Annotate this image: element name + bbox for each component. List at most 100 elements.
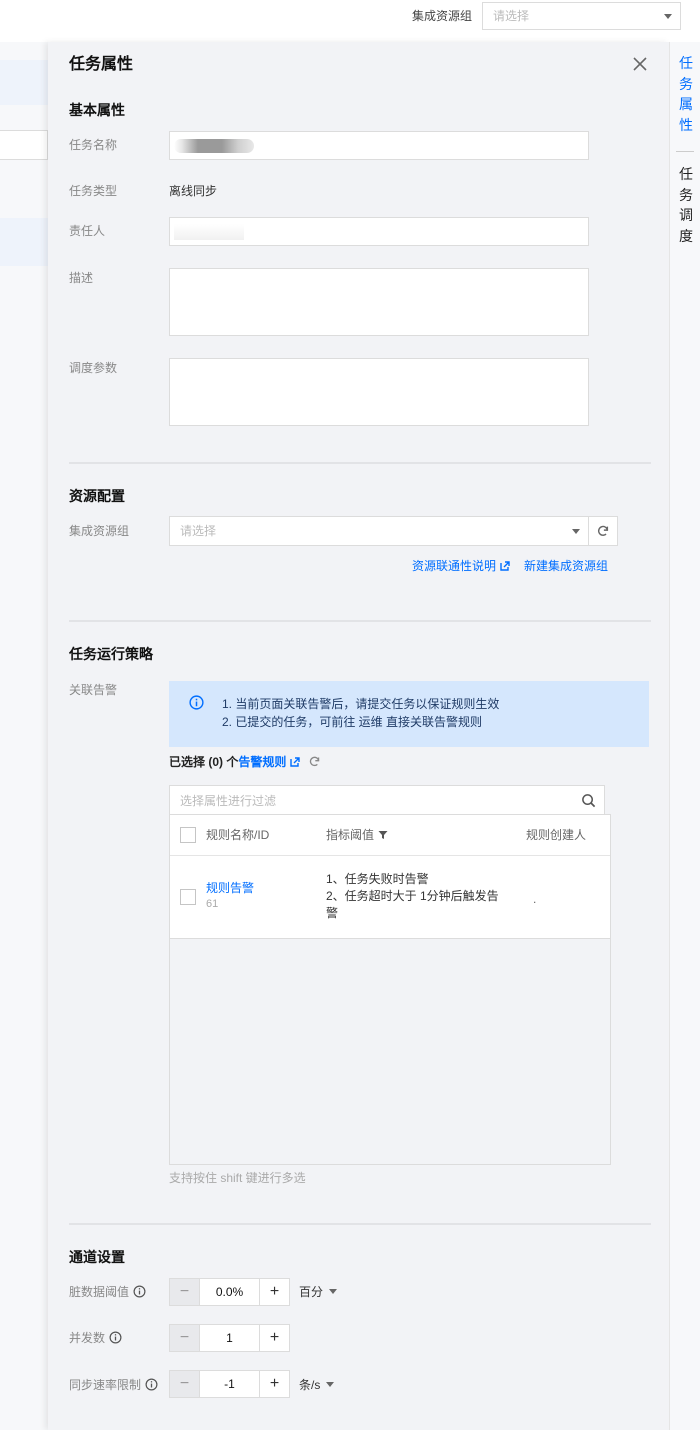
rate-limit-value[interactable]: -1 [200, 1371, 259, 1397]
concurrency-value[interactable]: 1 [200, 1325, 259, 1351]
connectivity-link[interactable]: 资源联通性说明 [412, 559, 510, 573]
rate-limit-label: 同步速率限制 [69, 1378, 158, 1392]
resource-group-placeholder: 请选择 [180, 524, 217, 538]
task-type-label: 任务类型 [69, 184, 118, 198]
info-alert: 1. 当前页面关联告警后，请提交任务以保证规则生效 2. 已提交的任务，可前往 … [169, 681, 649, 747]
concurrency-label: 并发数 [69, 1331, 122, 1345]
rule-condition-1: 1、任务失败时告警 [326, 872, 429, 886]
column-header-creator: 规则创建人 [526, 828, 587, 842]
info-icon[interactable] [145, 1378, 158, 1391]
description-label: 描述 [69, 271, 94, 285]
section-divider [69, 1223, 651, 1225]
background-page [0, 42, 48, 1430]
alarm-label: 关联告警 [69, 683, 118, 697]
increment-button[interactable]: + [259, 1371, 289, 1397]
increment-button[interactable]: + [259, 1279, 289, 1305]
select-all-checkbox[interactable] [180, 827, 196, 843]
rule-name-link[interactable]: 规则告警 [206, 881, 254, 895]
selected-unit: 个 [223, 755, 239, 769]
rule-condition-2: 2、任务超时大于 1分钟后触发告警 [326, 889, 499, 920]
table-header: 规则名称/ID 指标阈值 规则创建人 [170, 815, 610, 856]
row-checkbox[interactable] [180, 889, 196, 905]
section-title-policy: 任务运行策略 [69, 646, 153, 662]
dirty-unit-select[interactable]: 百分 [299, 1285, 338, 1299]
rate-limit-label-text: 同步速率限制 [69, 1378, 142, 1392]
decrement-button[interactable]: − [170, 1371, 200, 1397]
dirty-threshold-label: 脏数据阈值 [69, 1285, 146, 1299]
task-name-input[interactable] [169, 131, 589, 160]
search-icon[interactable] [581, 793, 596, 808]
drawer-title: 任务属性 [69, 56, 134, 73]
decrement-button[interactable]: − [170, 1279, 200, 1305]
anchor-item-task-schedule[interactable]: 任务调度 [679, 164, 693, 246]
section-title-basic: 基本属性 [69, 102, 125, 118]
column-header-threshold[interactable]: 指标阈值 [326, 828, 388, 842]
schedule-params-textarea[interactable] [169, 358, 589, 426]
close-icon[interactable] [632, 56, 648, 72]
table-row[interactable]: 规则告警 61 1、任务失败时告警 2、任务超时大于 1分钟后触发告警 . [170, 856, 610, 939]
chevron-down-icon [326, 1382, 335, 1387]
section-title-channel: 通道设置 [69, 1249, 125, 1265]
dirty-threshold-value[interactable]: 0.0% [200, 1279, 259, 1305]
info-icon [189, 695, 204, 710]
top-resource-group-placeholder: 请选择 [493, 9, 530, 23]
rate-unit-select[interactable]: 条/s [299, 1378, 335, 1392]
selected-prefix: 已选择 [169, 755, 209, 769]
alarm-rules-link[interactable]: 告警规则 [238, 755, 286, 769]
rule-filter-input[interactable]: 选择属性进行过滤 [169, 785, 605, 815]
owner-label: 责任人 [69, 224, 106, 238]
concurrency-stepper: − 1 + [169, 1324, 290, 1352]
info-icon[interactable] [133, 1285, 146, 1298]
owner-input[interactable] [169, 217, 589, 246]
decrement-button[interactable]: − [170, 1325, 200, 1351]
dirty-threshold-label-text: 脏数据阈值 [69, 1285, 130, 1299]
increment-button[interactable]: + [259, 1325, 289, 1351]
new-resource-group-link[interactable]: 新建集成资源组 [524, 559, 608, 573]
chevron-down-icon [329, 1289, 338, 1294]
section-divider [69, 620, 651, 622]
anchor-nav: 任务属性 任务调度 [669, 42, 700, 1430]
refresh-icon[interactable] [308, 755, 321, 768]
rule-creator: . [533, 892, 537, 906]
concurrency-label-text: 并发数 [69, 1331, 106, 1345]
description-textarea[interactable] [169, 268, 589, 336]
alarm-rules-table: 规则名称/ID 指标阈值 规则创建人 规则告警 61 1、任务失败时告警 2、任… [169, 814, 611, 1165]
rate-unit-text: 条/s [299, 1378, 321, 1392]
column-header-name: 规则名称/ID [206, 828, 270, 842]
selected-count: (0) [208, 755, 224, 769]
external-link-icon [500, 561, 510, 571]
column-header-threshold-text: 指标阈值 [326, 828, 375, 842]
alert-line-1: 1. 当前页面关联告警后，请提交任务以保证规则生效 [222, 697, 500, 711]
rule-id: 61 [206, 898, 219, 910]
chevron-down-icon [664, 14, 672, 19]
top-resource-group-label: 集成资源组 [412, 9, 473, 23]
rate-limit-stepper: − -1 + [169, 1370, 290, 1398]
filter-icon[interactable] [378, 830, 388, 840]
redacted-task-name [174, 139, 254, 153]
resource-group-label: 集成资源组 [69, 524, 130, 538]
anchor-separator [676, 151, 694, 152]
alert-line-2: 2. 已提交的任务，可前往 运维 直接关联告警规则 [222, 715, 483, 729]
refresh-icon [598, 525, 609, 536]
task-type-value: 离线同步 [169, 184, 218, 198]
section-title-resource: 资源配置 [69, 488, 125, 504]
background-highlight-row [0, 60, 48, 105]
rule-conditions: 1、任务失败时告警 2、任务超时大于 1分钟后触发告警 [326, 871, 510, 922]
connectivity-link-text: 资源联通性说明 [412, 559, 497, 573]
resource-group-select[interactable]: 请选择 [169, 516, 589, 546]
dirty-unit-text: 百分 [299, 1285, 324, 1299]
selected-summary: 已选择 (0) 个告警规则 [169, 755, 321, 769]
redacted-owner [174, 224, 244, 240]
top-bar: 集成资源组 请选择 [0, 0, 700, 42]
external-link-icon[interactable] [290, 757, 301, 767]
top-resource-group-select[interactable]: 请选择 [482, 2, 681, 30]
schedule-params-label: 调度参数 [69, 361, 118, 375]
filter-placeholder: 选择属性进行过滤 [180, 794, 277, 808]
dirty-threshold-stepper: − 0.0% + [169, 1278, 290, 1306]
chevron-down-icon [572, 529, 580, 534]
anchor-item-task-properties[interactable]: 任务属性 [679, 53, 693, 135]
task-name-label: 任务名称 [69, 138, 118, 152]
info-icon[interactable] [109, 1331, 122, 1344]
refresh-resource-button[interactable] [589, 516, 618, 546]
section-divider [69, 462, 651, 464]
